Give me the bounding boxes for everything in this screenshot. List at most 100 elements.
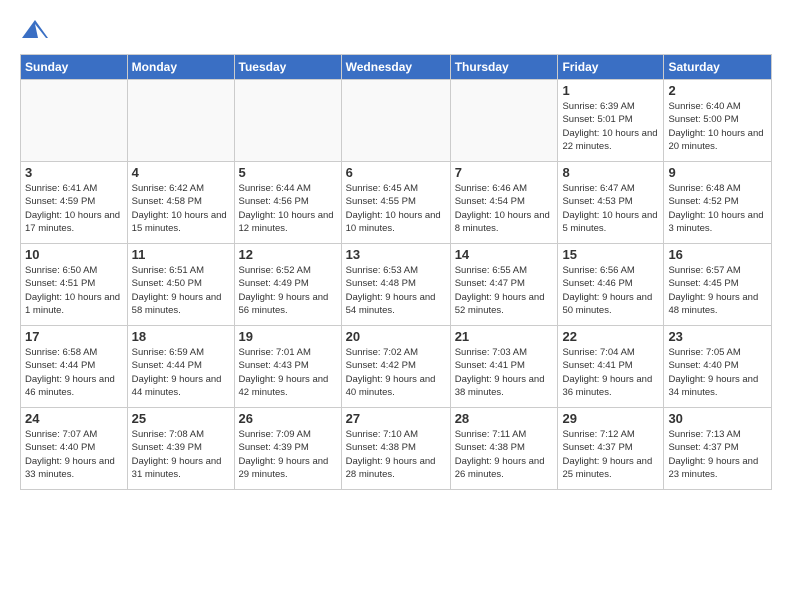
calendar-cell: 6 Sunrise: 6:45 AM Sunset: 4:55 PM Daylig… — [341, 162, 450, 244]
calendar-cell: 30 Sunrise: 7:13 AM Sunset: 4:37 PM Dayli… — [664, 408, 772, 490]
day-info: Sunrise: 6:41 AM Sunset: 4:59 PM Dayligh… — [25, 182, 123, 235]
day-info: Sunrise: 6:53 AM Sunset: 4:48 PM Dayligh… — [346, 264, 446, 317]
day-number: 30 — [668, 411, 767, 426]
calendar-cell — [21, 80, 128, 162]
day-info: Sunrise: 6:44 AM Sunset: 4:56 PM Dayligh… — [239, 182, 337, 235]
calendar-cell: 20 Sunrise: 7:02 AM Sunset: 4:42 PM Dayli… — [341, 326, 450, 408]
calendar-week-2: 3 Sunrise: 6:41 AM Sunset: 4:59 PM Daylig… — [21, 162, 772, 244]
day-info: Sunrise: 6:46 AM Sunset: 4:54 PM Dayligh… — [455, 182, 554, 235]
day-number: 19 — [239, 329, 337, 344]
calendar-cell: 12 Sunrise: 6:52 AM Sunset: 4:49 PM Dayli… — [234, 244, 341, 326]
calendar-cell: 25 Sunrise: 7:08 AM Sunset: 4:39 PM Dayli… — [127, 408, 234, 490]
day-number: 3 — [25, 165, 123, 180]
calendar-cell: 23 Sunrise: 7:05 AM Sunset: 4:40 PM Dayli… — [664, 326, 772, 408]
day-number: 9 — [668, 165, 767, 180]
day-info: Sunrise: 7:07 AM Sunset: 4:40 PM Dayligh… — [25, 428, 123, 481]
day-info: Sunrise: 7:05 AM Sunset: 4:40 PM Dayligh… — [668, 346, 767, 399]
calendar-cell: 15 Sunrise: 6:56 AM Sunset: 4:46 PM Dayli… — [558, 244, 664, 326]
calendar-header-thursday: Thursday — [450, 55, 558, 80]
day-info: Sunrise: 6:51 AM Sunset: 4:50 PM Dayligh… — [132, 264, 230, 317]
calendar-cell: 7 Sunrise: 6:46 AM Sunset: 4:54 PM Daylig… — [450, 162, 558, 244]
day-info: Sunrise: 7:08 AM Sunset: 4:39 PM Dayligh… — [132, 428, 230, 481]
calendar: SundayMondayTuesdayWednesdayThursdayFrid… — [20, 54, 772, 490]
day-number: 11 — [132, 247, 230, 262]
calendar-cell: 5 Sunrise: 6:44 AM Sunset: 4:56 PM Daylig… — [234, 162, 341, 244]
calendar-cell: 29 Sunrise: 7:12 AM Sunset: 4:37 PM Dayli… — [558, 408, 664, 490]
calendar-cell: 21 Sunrise: 7:03 AM Sunset: 4:41 PM Dayli… — [450, 326, 558, 408]
day-number: 25 — [132, 411, 230, 426]
calendar-header-saturday: Saturday — [664, 55, 772, 80]
day-number: 15 — [562, 247, 659, 262]
calendar-cell: 22 Sunrise: 7:04 AM Sunset: 4:41 PM Dayli… — [558, 326, 664, 408]
day-number: 12 — [239, 247, 337, 262]
day-info: Sunrise: 6:57 AM Sunset: 4:45 PM Dayligh… — [668, 264, 767, 317]
calendar-cell: 2 Sunrise: 6:40 AM Sunset: 5:00 PM Daylig… — [664, 80, 772, 162]
day-number: 1 — [562, 83, 659, 98]
calendar-cell: 16Sunrise: 6:57 AM Sunset: 4:45 PM Dayli… — [664, 244, 772, 326]
day-info: Sunrise: 6:55 AM Sunset: 4:47 PM Dayligh… — [455, 264, 554, 317]
calendar-cell: 11 Sunrise: 6:51 AM Sunset: 4:50 PM Dayli… — [127, 244, 234, 326]
day-number: 26 — [239, 411, 337, 426]
day-info: Sunrise: 7:03 AM Sunset: 4:41 PM Dayligh… — [455, 346, 554, 399]
day-info: Sunrise: 7:01 AM Sunset: 4:43 PM Dayligh… — [239, 346, 337, 399]
day-number: 22 — [562, 329, 659, 344]
day-number: 8 — [562, 165, 659, 180]
day-number: 2 — [668, 83, 767, 98]
header — [20, 18, 772, 42]
day-number: 23 — [668, 329, 767, 344]
calendar-week-5: 24 Sunrise: 7:07 AM Sunset: 4:40 PM Dayli… — [21, 408, 772, 490]
calendar-header-wednesday: Wednesday — [341, 55, 450, 80]
day-info: Sunrise: 6:47 AM Sunset: 4:53 PM Dayligh… — [562, 182, 659, 235]
calendar-header-monday: Monday — [127, 55, 234, 80]
day-number: 17 — [25, 329, 123, 344]
day-number: 20 — [346, 329, 446, 344]
day-number: 13 — [346, 247, 446, 262]
calendar-header-friday: Friday — [558, 55, 664, 80]
day-info: Sunrise: 7:10 AM Sunset: 4:38 PM Dayligh… — [346, 428, 446, 481]
day-number: 4 — [132, 165, 230, 180]
calendar-cell: 26 Sunrise: 7:09 AM Sunset: 4:39 PM Dayli… — [234, 408, 341, 490]
day-number: 27 — [346, 411, 446, 426]
calendar-cell: 17 Sunrise: 6:58 AM Sunset: 4:44 PM Dayli… — [21, 326, 128, 408]
calendar-cell: 10Sunrise: 6:50 AM Sunset: 4:51 PM Dayli… — [21, 244, 128, 326]
calendar-cell — [127, 80, 234, 162]
day-info: Sunrise: 6:42 AM Sunset: 4:58 PM Dayligh… — [132, 182, 230, 235]
day-info: Sunrise: 6:58 AM Sunset: 4:44 PM Dayligh… — [25, 346, 123, 399]
calendar-cell — [341, 80, 450, 162]
day-number: 14 — [455, 247, 554, 262]
calendar-week-1: 1Sunrise: 6:39 AM Sunset: 5:01 PM Daylig… — [21, 80, 772, 162]
calendar-cell: 18Sunrise: 6:59 AM Sunset: 4:44 PM Dayli… — [127, 326, 234, 408]
calendar-cell: 27 Sunrise: 7:10 AM Sunset: 4:38 PM Dayli… — [341, 408, 450, 490]
logo — [20, 18, 52, 42]
calendar-cell: 8 Sunrise: 6:47 AM Sunset: 4:53 PM Daylig… — [558, 162, 664, 244]
calendar-header-tuesday: Tuesday — [234, 55, 341, 80]
day-info: Sunrise: 6:40 AM Sunset: 5:00 PM Dayligh… — [668, 100, 767, 153]
calendar-cell — [450, 80, 558, 162]
day-info: Sunrise: 6:59 AM Sunset: 4:44 PM Dayligh… — [132, 346, 230, 399]
day-number: 21 — [455, 329, 554, 344]
day-info: Sunrise: 7:12 AM Sunset: 4:37 PM Dayligh… — [562, 428, 659, 481]
day-info: Sunrise: 6:52 AM Sunset: 4:49 PM Dayligh… — [239, 264, 337, 317]
calendar-cell: 14 Sunrise: 6:55 AM Sunset: 4:47 PM Dayli… — [450, 244, 558, 326]
calendar-cell: 1Sunrise: 6:39 AM Sunset: 5:01 PM Daylig… — [558, 80, 664, 162]
day-info: Sunrise: 7:09 AM Sunset: 4:39 PM Dayligh… — [239, 428, 337, 481]
calendar-cell: 24 Sunrise: 7:07 AM Sunset: 4:40 PM Dayli… — [21, 408, 128, 490]
calendar-header-sunday: Sunday — [21, 55, 128, 80]
day-number: 7 — [455, 165, 554, 180]
day-number: 5 — [239, 165, 337, 180]
day-info: Sunrise: 6:45 AM Sunset: 4:55 PM Dayligh… — [346, 182, 446, 235]
day-info: Sunrise: 7:13 AM Sunset: 4:37 PM Dayligh… — [668, 428, 767, 481]
day-info: Sunrise: 7:04 AM Sunset: 4:41 PM Dayligh… — [562, 346, 659, 399]
day-info: Sunrise: 6:56 AM Sunset: 4:46 PM Dayligh… — [562, 264, 659, 317]
calendar-header-row: SundayMondayTuesdayWednesdayThursdayFrid… — [21, 55, 772, 80]
day-number: 10 — [25, 247, 123, 262]
day-number: 28 — [455, 411, 554, 426]
calendar-cell: 9Sunrise: 6:48 AM Sunset: 4:52 PM Daylig… — [664, 162, 772, 244]
day-info: Sunrise: 7:02 AM Sunset: 4:42 PM Dayligh… — [346, 346, 446, 399]
day-number: 29 — [562, 411, 659, 426]
page: SundayMondayTuesdayWednesdayThursdayFrid… — [0, 0, 792, 500]
calendar-cell: 3 Sunrise: 6:41 AM Sunset: 4:59 PM Daylig… — [21, 162, 128, 244]
day-number: 24 — [25, 411, 123, 426]
day-number: 6 — [346, 165, 446, 180]
calendar-cell: 19 Sunrise: 7:01 AM Sunset: 4:43 PM Dayli… — [234, 326, 341, 408]
